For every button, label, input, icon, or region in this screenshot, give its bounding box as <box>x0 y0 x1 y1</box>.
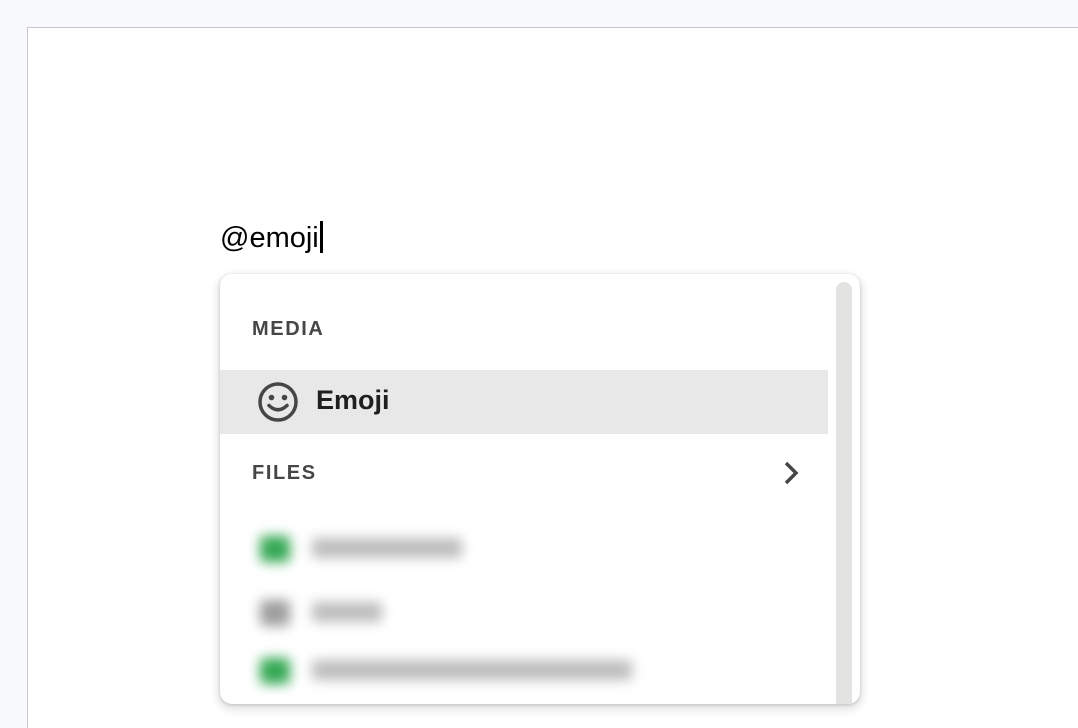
folder-icon <box>260 600 290 626</box>
text-cursor <box>319 221 323 253</box>
sheets-file-icon <box>260 658 290 684</box>
chevron-right-icon[interactable] <box>776 459 804 487</box>
blurred-file-name <box>312 538 462 558</box>
sheets-file-icon <box>260 536 290 562</box>
list-item[interactable] <box>256 596 776 626</box>
popup-scrollbar[interactable] <box>836 282 852 704</box>
menu-item-emoji-label: Emoji <box>316 385 390 415</box>
insert-menu-popup: MEDIA Emoji FILES <box>220 274 860 704</box>
blurred-file-name <box>312 602 382 622</box>
blurred-file-list <box>240 514 820 704</box>
smiley-face-icon <box>258 382 298 422</box>
list-item[interactable] <box>256 532 776 562</box>
media-section-header: MEDIA <box>252 318 325 340</box>
typed-text-content: @emoji <box>220 222 319 254</box>
editor-typed-text[interactable]: @emoji <box>220 221 323 255</box>
files-section-header: FILES <box>252 462 317 484</box>
blurred-file-name <box>312 660 632 680</box>
list-item[interactable] <box>256 654 776 684</box>
menu-item-emoji[interactable]: Emoji <box>220 370 828 434</box>
